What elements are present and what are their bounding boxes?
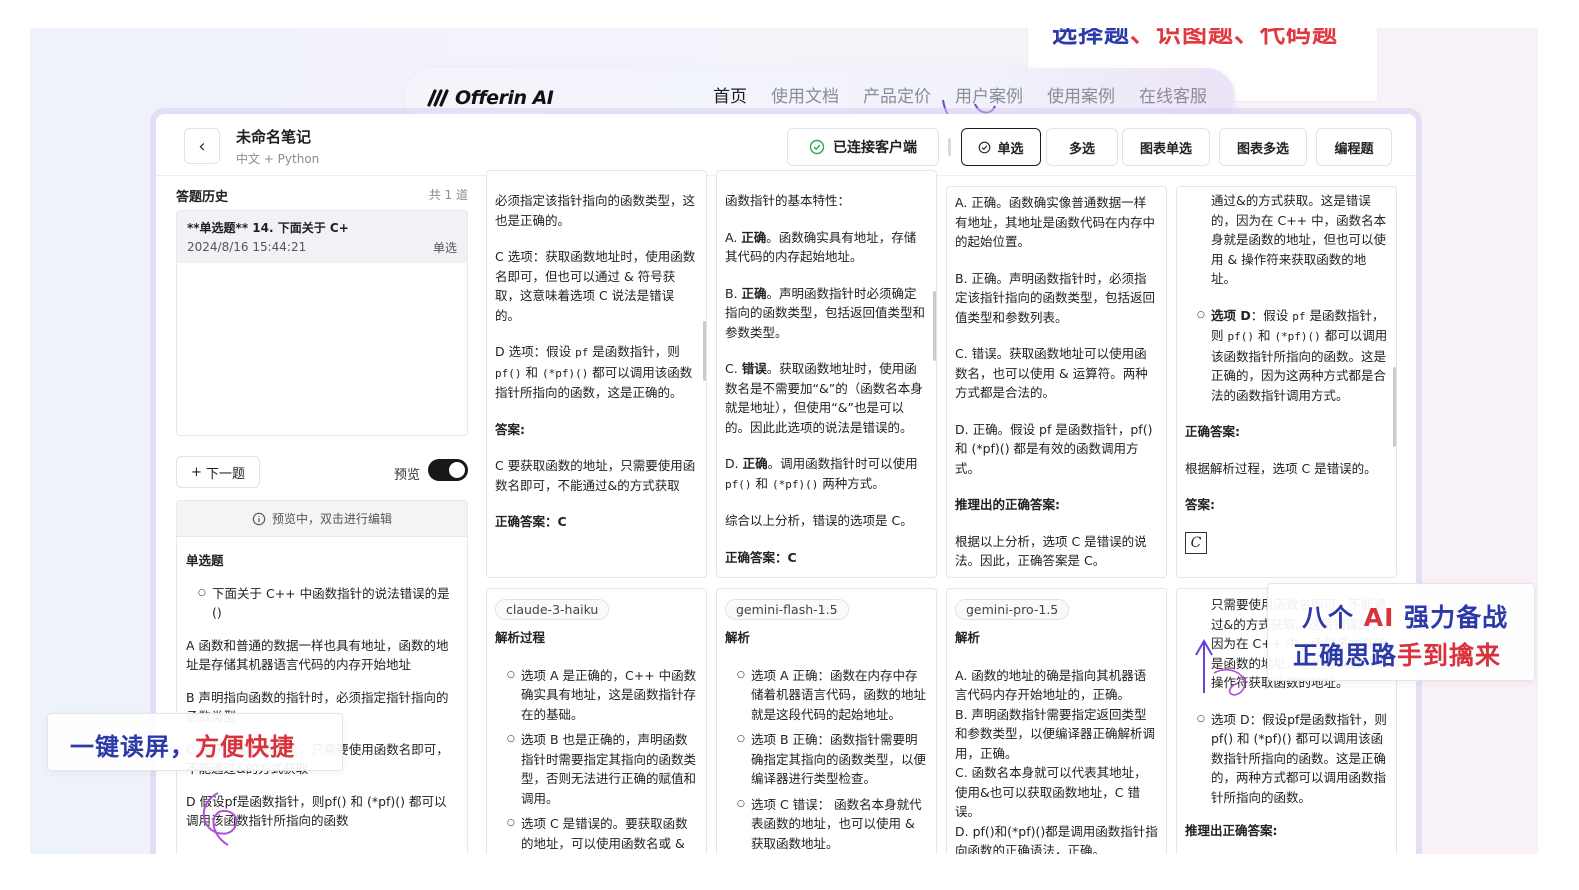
type-coding-button[interactable]: 编程题: [1316, 128, 1392, 166]
preview-option-a: A 函数和普通的数据一样也具有地址，函数的地址是存储其机器语言代码的内存开始地址: [186, 638, 449, 672]
answer-columns: 必须指定该指针指向的函数类型，这也是正确的。 C 选项：获取函数地址时，使用函数…: [486, 170, 1401, 854]
answer-card: 函数指针的基本特性： A. 正确。函数确实具有地址，存储其代码的内存起始地址。 …: [716, 170, 937, 578]
page-stage: 选择题、识图题、代码题 Offerin AI 首页 使用文档 产品定价 用户案例…: [30, 28, 1538, 854]
promo-callout-right: 八个 AI 强力备战 正确思路手到擒来: [1267, 583, 1535, 681]
preview-heading: 单选题: [186, 553, 224, 568]
note-subtitle: 中文 + Python: [236, 152, 320, 166]
history-list: **单选题** 14. 下面关于 C+ 2024/8/16 15:44:21 单…: [176, 210, 468, 436]
preview-panel[interactable]: 预览中，双击进行编辑 单选题 下面关于 C++ 中函数指针的说法错误的是 () …: [176, 500, 468, 854]
card-content: A. 正确。函数确实像普通数据一样有地址，其地址是函数代码在内存中的起始位置。 …: [955, 195, 1156, 568]
app-window: ‹ 未命名笔记 中文 + Python 已连接客户端 单选 多选 图表单选 图表…: [156, 114, 1416, 854]
info-icon: [252, 512, 266, 525]
check-circle-icon: [979, 141, 991, 153]
card-content: 解析过程 选项 A 是正确的，C++ 中函数确实具有地址，这是函数指针存在的基础…: [487, 628, 706, 854]
history-item-type: 单选: [432, 241, 457, 255]
scrollbar[interactable]: [933, 291, 936, 361]
scrollbar[interactable]: [1393, 367, 1396, 447]
connection-status-button[interactable]: 已连接客户端: [787, 128, 939, 166]
note-title: 未命名笔记: [236, 128, 312, 146]
chevron-left-icon: ‹: [198, 135, 206, 157]
answer-math-box: C: [1185, 531, 1207, 554]
scrollbar[interactable]: [703, 321, 706, 381]
next-question-button[interactable]: + 下一题: [176, 456, 260, 488]
answer-card: 通过&的方式获取。这是错误的，因为在 C++ 中，函数名本身就是函数的地址，但也…: [1176, 186, 1397, 578]
type-chart-multi-button[interactable]: 图表多选: [1219, 128, 1307, 166]
card-content: 必须指定该指针指向的函数类型，这也是正确的。 C 选项：获取函数地址时，使用函数…: [495, 193, 696, 529]
answer-card: gemini-pro-1.5 解析 A. 函数的地址的确是指向其机器语言代码内存…: [946, 588, 1167, 854]
preview-question: 下面关于 C++ 中函数指针的说法错误的是 (): [186, 584, 458, 622]
model-tag: claude-3-haiku: [495, 599, 610, 620]
card-content: 函数指针的基本特性： A. 正确。函数确实具有地址，存储其代码的内存起始地址。 …: [725, 193, 926, 565]
answer-card: gemini-flash-1.5 解析 选项 A 正确：函数在内存中存储着机器语…: [716, 588, 937, 854]
model-tag: gemini-pro-1.5: [955, 599, 1070, 620]
logo-text: Offerin AI: [455, 87, 554, 109]
type-chart-single-button[interactable]: 图表单选: [1122, 128, 1210, 166]
app-topbar: ‹ 未命名笔记 中文 + Python 已连接客户端 单选 多选 图表单选 图表…: [156, 114, 1416, 176]
card-content: 解析 A. 函数的地址的确是指向其机器语言代码内存开始地址的，正确。 B. 声明…: [955, 630, 1158, 854]
answer-card: 必须指定该指针指向的函数类型，这也是正确的。 C 选项：获取函数地址时，使用函数…: [486, 170, 707, 578]
back-button[interactable]: ‹: [184, 128, 220, 164]
history-item-title: **单选题** 14. 下面关于 C+: [187, 221, 349, 235]
preview-toggle[interactable]: [428, 459, 468, 481]
divider: [948, 138, 951, 156]
answer-card: claude-3-haiku 解析过程 选项 A 是正确的，C++ 中函数确实具…: [486, 588, 707, 854]
logo[interactable]: Offerin AI: [427, 87, 554, 109]
history-count: 共 1 道: [428, 188, 468, 202]
history-item[interactable]: **单选题** 14. 下面关于 C+ 2024/8/16 15:44:21 单…: [177, 211, 467, 263]
type-single-button[interactable]: 单选: [961, 128, 1041, 166]
connection-status-label: 已连接客户端: [833, 140, 917, 156]
check-circle-icon: [809, 139, 825, 155]
plus-icon: +: [191, 464, 202, 480]
preview-content: 单选题 下面关于 C++ 中函数指针的说法错误的是 () A 函数和普通的数据一…: [177, 537, 467, 854]
card-content: 解析 选项 A 正确：函数在内存中存储着机器语言代码，函数的地址就是这段代码的起…: [717, 628, 936, 853]
preview-toggle-label: 预览: [394, 468, 421, 483]
answer-card: A. 正确。函数确实像普通数据一样有地址，其地址是函数代码在内存中的起始位置。 …: [946, 186, 1167, 578]
promo-callout-left: 一键读屏，方便快捷: [47, 713, 343, 771]
history-item-date: 2024/8/16 15:44:21: [187, 240, 307, 254]
history-title: 答题历史: [176, 190, 229, 205]
preview-option-d: D 假设pf是函数指针，则pf() 和 (*pf)() 都可以调用该函数指针所指…: [186, 794, 447, 828]
model-tag: gemini-flash-1.5: [725, 599, 849, 620]
card-content: 通过&的方式获取。这是错误的，因为在 C++ 中，函数名本身就是函数的地址，但也…: [1177, 187, 1396, 554]
preview-hint: 预览中，双击进行编辑: [177, 501, 467, 537]
offerin-logo-icon: [427, 89, 449, 107]
type-multi-button[interactable]: 多选: [1046, 128, 1118, 166]
